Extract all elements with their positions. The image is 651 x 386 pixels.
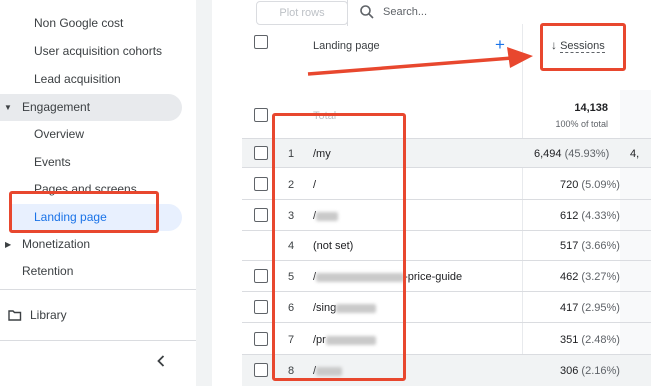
annotation-arrow	[307, 47, 533, 76]
